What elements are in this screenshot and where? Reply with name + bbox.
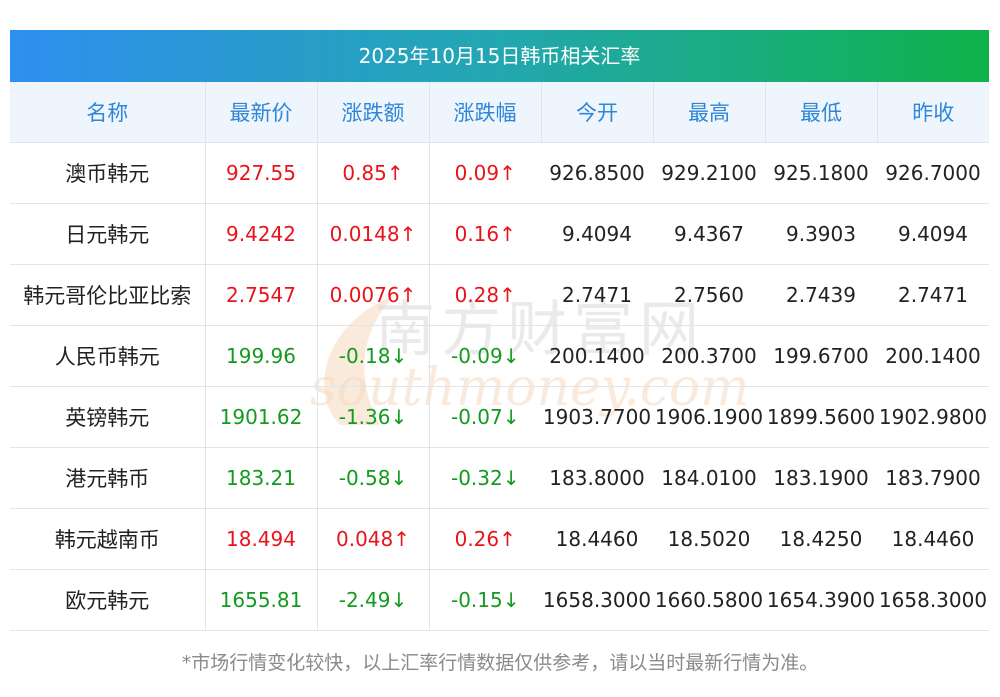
cell-low: 183.1900 bbox=[765, 447, 877, 509]
cell-price: 1901.62 bbox=[205, 386, 318, 448]
cell-price: 2.7547 bbox=[205, 264, 318, 326]
cell-prev: 9.4094 bbox=[877, 203, 989, 265]
cell-name: 欧元韩元 bbox=[10, 569, 206, 631]
cell-change: 0.0148↑ bbox=[317, 203, 430, 265]
cell-name: 日元韩元 bbox=[10, 203, 206, 265]
cell-high: 2.7560 bbox=[653, 264, 765, 326]
cell-price: 9.4242 bbox=[205, 203, 318, 265]
cell-low: 925.1800 bbox=[765, 142, 877, 204]
column-header-name: 名称 bbox=[10, 82, 206, 143]
table-row: 澳币韩元 927.55 0.85↑ 0.09↑ 926.8500 929.2100 925.… bbox=[10, 142, 989, 204]
cell-prev: 200.1400 bbox=[877, 325, 989, 387]
cell-name: 韩元越南币 bbox=[10, 508, 206, 570]
column-header-low: 最低 bbox=[765, 82, 878, 143]
cell-name: 港元韩币 bbox=[10, 447, 206, 509]
column-header-pct: 涨跌幅 bbox=[429, 82, 542, 143]
cell-high: 18.5020 bbox=[653, 508, 765, 570]
cell-low: 2.7439 bbox=[765, 264, 877, 326]
table-row: 英镑韩元 1901.62 -1.36↓ -0.07↓ 1903.7700 1906.190… bbox=[10, 386, 989, 448]
cell-high: 9.4367 bbox=[653, 203, 765, 265]
cell-pct: 0.26↑ bbox=[429, 508, 541, 570]
cell-name: 韩元哥伦比亚比索 bbox=[10, 264, 206, 326]
cell-open: 200.1400 bbox=[541, 325, 653, 387]
cell-high: 1660.5800 bbox=[653, 569, 765, 631]
cell-prev: 926.7000 bbox=[877, 142, 989, 204]
cell-change: -0.18↓ bbox=[317, 325, 430, 387]
cell-pct: 0.16↑ bbox=[429, 203, 541, 265]
cell-open: 926.8500 bbox=[541, 142, 653, 204]
cell-high: 184.0100 bbox=[653, 447, 765, 509]
table-row: 港元韩币 183.21 -0.58↓ -0.32↓ 183.8000 184.0100 18… bbox=[10, 447, 989, 509]
cell-open: 183.8000 bbox=[541, 447, 653, 509]
cell-change: -0.58↓ bbox=[317, 447, 430, 509]
cell-high: 200.3700 bbox=[653, 325, 765, 387]
cell-price: 927.55 bbox=[205, 142, 318, 204]
column-header-change: 涨跌额 bbox=[317, 82, 430, 143]
cell-price: 183.21 bbox=[205, 447, 318, 509]
table-row: 韩元越南币 18.494 0.048↑ 0.26↑ 18.4460 18.5020 18.4… bbox=[10, 508, 989, 570]
cell-pct: 0.28↑ bbox=[429, 264, 541, 326]
rate-table-container: 2025年10月15日韩币相关汇率 名称 最新价 涨跌额 涨跌幅 今开 最高 最… bbox=[10, 30, 989, 631]
cell-open: 2.7471 bbox=[541, 264, 653, 326]
cell-pct: -0.15↓ bbox=[429, 569, 541, 631]
cell-low: 199.6700 bbox=[765, 325, 877, 387]
table-row: 韩元哥伦比亚比索 2.7547 0.0076↑ 0.28↑ 2.7471 2.7560 2.… bbox=[10, 264, 989, 326]
cell-change: 0.0076↑ bbox=[317, 264, 430, 326]
cell-open: 1658.3000 bbox=[541, 569, 653, 631]
cell-low: 1654.3900 bbox=[765, 569, 877, 631]
cell-change: 0.048↑ bbox=[317, 508, 430, 570]
cell-name: 英镑韩元 bbox=[10, 386, 206, 448]
cell-price: 18.494 bbox=[205, 508, 318, 570]
cell-low: 9.3903 bbox=[765, 203, 877, 265]
cell-prev: 1658.3000 bbox=[877, 569, 989, 631]
table-header-row: 名称 最新价 涨跌额 涨跌幅 今开 最高 最低 昨收 bbox=[10, 82, 989, 143]
column-header-open: 今开 bbox=[541, 82, 654, 143]
cell-pct: 0.09↑ bbox=[429, 142, 541, 204]
cell-pct: -0.07↓ bbox=[429, 386, 541, 448]
cell-name: 澳币韩元 bbox=[10, 142, 206, 204]
cell-low: 18.4250 bbox=[765, 508, 877, 570]
cell-name: 人民币韩元 bbox=[10, 325, 206, 387]
cell-open: 1903.7700 bbox=[541, 386, 653, 448]
cell-open: 18.4460 bbox=[541, 508, 653, 570]
cell-prev: 18.4460 bbox=[877, 508, 989, 570]
column-header-price: 最新价 bbox=[205, 82, 318, 143]
cell-prev: 183.7900 bbox=[877, 447, 989, 509]
cell-open: 9.4094 bbox=[541, 203, 653, 265]
cell-price: 199.96 bbox=[205, 325, 318, 387]
cell-prev: 1902.9800 bbox=[877, 386, 989, 448]
cell-pct: -0.32↓ bbox=[429, 447, 541, 509]
cell-pct: -0.09↓ bbox=[429, 325, 541, 387]
cell-high: 1906.1900 bbox=[653, 386, 765, 448]
cell-price: 1655.81 bbox=[205, 569, 318, 631]
table-row: 欧元韩元 1655.81 -2.49↓ -0.15↓ 1658.3000 1660.580… bbox=[10, 569, 989, 631]
table-title: 2025年10月15日韩币相关汇率 bbox=[10, 30, 989, 82]
cell-low: 1899.5600 bbox=[765, 386, 877, 448]
cell-change: -1.36↓ bbox=[317, 386, 430, 448]
cell-change: 0.85↑ bbox=[317, 142, 430, 204]
exchange-rate-table: 名称 最新价 涨跌额 涨跌幅 今开 最高 最低 昨收 澳币韩元 927.55 0.8… bbox=[10, 82, 989, 631]
column-header-high: 最高 bbox=[653, 82, 766, 143]
table-row: 人民币韩元 199.96 -0.18↓ -0.09↓ 200.1400 200.3700 1… bbox=[10, 325, 989, 387]
table-row: 日元韩元 9.4242 0.0148↑ 0.16↑ 9.4094 9.4367 9.3903… bbox=[10, 203, 989, 265]
column-header-prev: 昨收 bbox=[877, 82, 989, 143]
cell-high: 929.2100 bbox=[653, 142, 765, 204]
cell-prev: 2.7471 bbox=[877, 264, 989, 326]
disclaimer-footnote: *市场行情变化较快，以上汇率行情数据仅供参考，请以当时最新行情为准。 bbox=[181, 652, 819, 674]
cell-change: -2.49↓ bbox=[317, 569, 430, 631]
